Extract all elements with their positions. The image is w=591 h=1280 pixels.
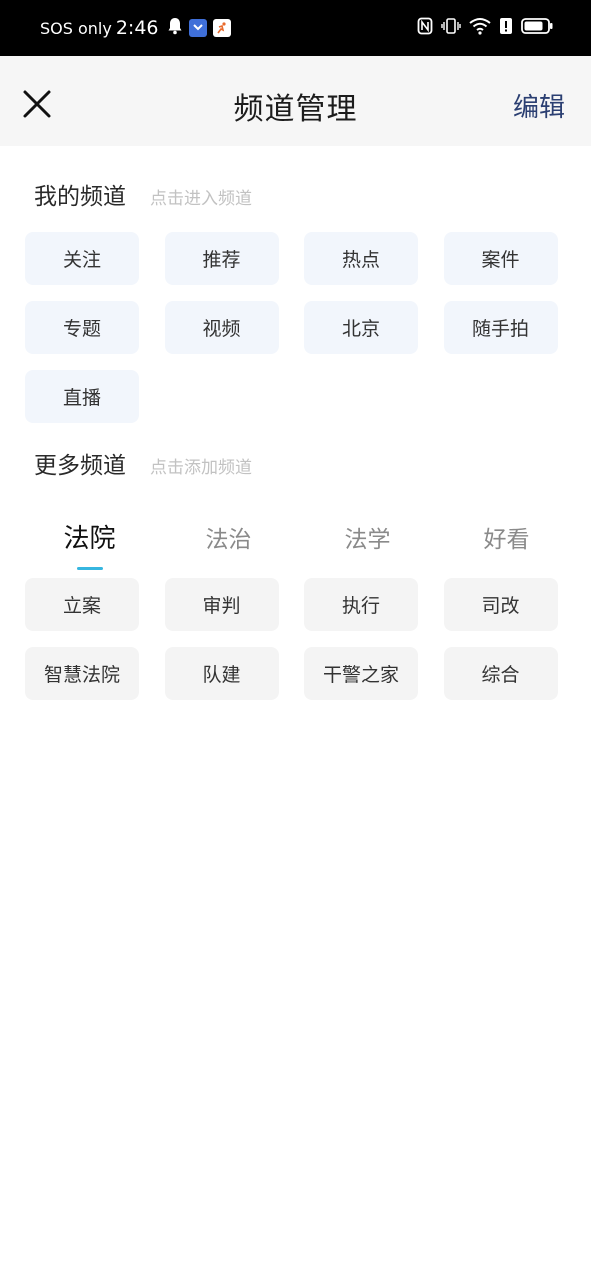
bell-icon <box>167 17 183 39</box>
status-time: 2:46 <box>115 17 159 39</box>
add-channel-chip[interactable]: 队建 <box>164 647 279 700</box>
channel-chip[interactable]: 北京 <box>304 301 418 354</box>
add-channel-chip[interactable]: 干警之家 <box>304 647 418 700</box>
nfc-icon <box>417 17 433 39</box>
edit-button[interactable]: 编辑 <box>513 87 565 124</box>
channel-chip[interactable]: 关注 <box>25 232 139 285</box>
my-channels-header: 我的频道 点击进入频道 <box>34 177 252 211</box>
add-channel-chip[interactable]: 执行 <box>304 578 418 631</box>
add-channel-chip[interactable]: 司改 <box>443 578 558 631</box>
channel-chip[interactable]: 专题 <box>25 301 139 354</box>
header-bar: 频道管理 编辑 <box>0 56 591 146</box>
my-channels-hint: 点击进入频道 <box>150 189 252 209</box>
channel-chip[interactable]: 直播 <box>25 370 139 423</box>
channel-chip[interactable]: 案件 <box>443 232 558 285</box>
signal-alert-icon <box>499 17 513 39</box>
runner-app-icon <box>212 19 231 37</box>
category-tabs: 法院 法治 法学 好看 <box>20 510 576 572</box>
channel-chip[interactable]: 随手拍 <box>443 301 558 354</box>
my-channels-title: 我的频道 <box>34 184 126 210</box>
battery-icon <box>521 17 553 39</box>
status-bar: SOS only 2:46 <box>0 0 591 56</box>
status-right <box>417 0 553 56</box>
add-channel-chip[interactable]: 立案 <box>25 578 139 631</box>
vibrate-icon <box>441 17 461 39</box>
notification-icons <box>167 17 231 39</box>
more-channels-grid: 立案 审判 执行 司改 智慧法院 队建 干警之家 综合 <box>25 578 565 700</box>
channel-chip[interactable]: 热点 <box>304 232 418 285</box>
channel-chip[interactable]: 推荐 <box>164 232 279 285</box>
more-channels-hint: 点击添加频道 <box>150 458 252 478</box>
my-channels-grid: 关注 推荐 热点 案件 专题 视频 北京 随手拍 直播 <box>25 232 565 423</box>
more-channels-header: 更多频道 点击添加频道 <box>34 446 252 480</box>
page-title: 频道管理 <box>233 92 358 127</box>
tab-court[interactable]: 法院 <box>20 510 159 572</box>
more-channels-title: 更多频道 <box>34 453 126 479</box>
tab-good-looking[interactable]: 好看 <box>437 510 576 572</box>
wifi-icon <box>469 17 491 39</box>
status-left: SOS only 2:46 <box>40 0 231 56</box>
channel-chip[interactable]: 视频 <box>164 301 279 354</box>
add-channel-chip[interactable]: 审判 <box>164 578 279 631</box>
carrier-text: SOS only <box>40 18 112 38</box>
tab-law-study[interactable]: 法学 <box>298 510 437 572</box>
app-notification-icon <box>188 19 207 37</box>
add-channel-chip[interactable]: 智慧法院 <box>25 647 139 700</box>
tab-rule-of-law[interactable]: 法治 <box>159 510 298 572</box>
add-channel-chip[interactable]: 综合 <box>443 647 558 700</box>
